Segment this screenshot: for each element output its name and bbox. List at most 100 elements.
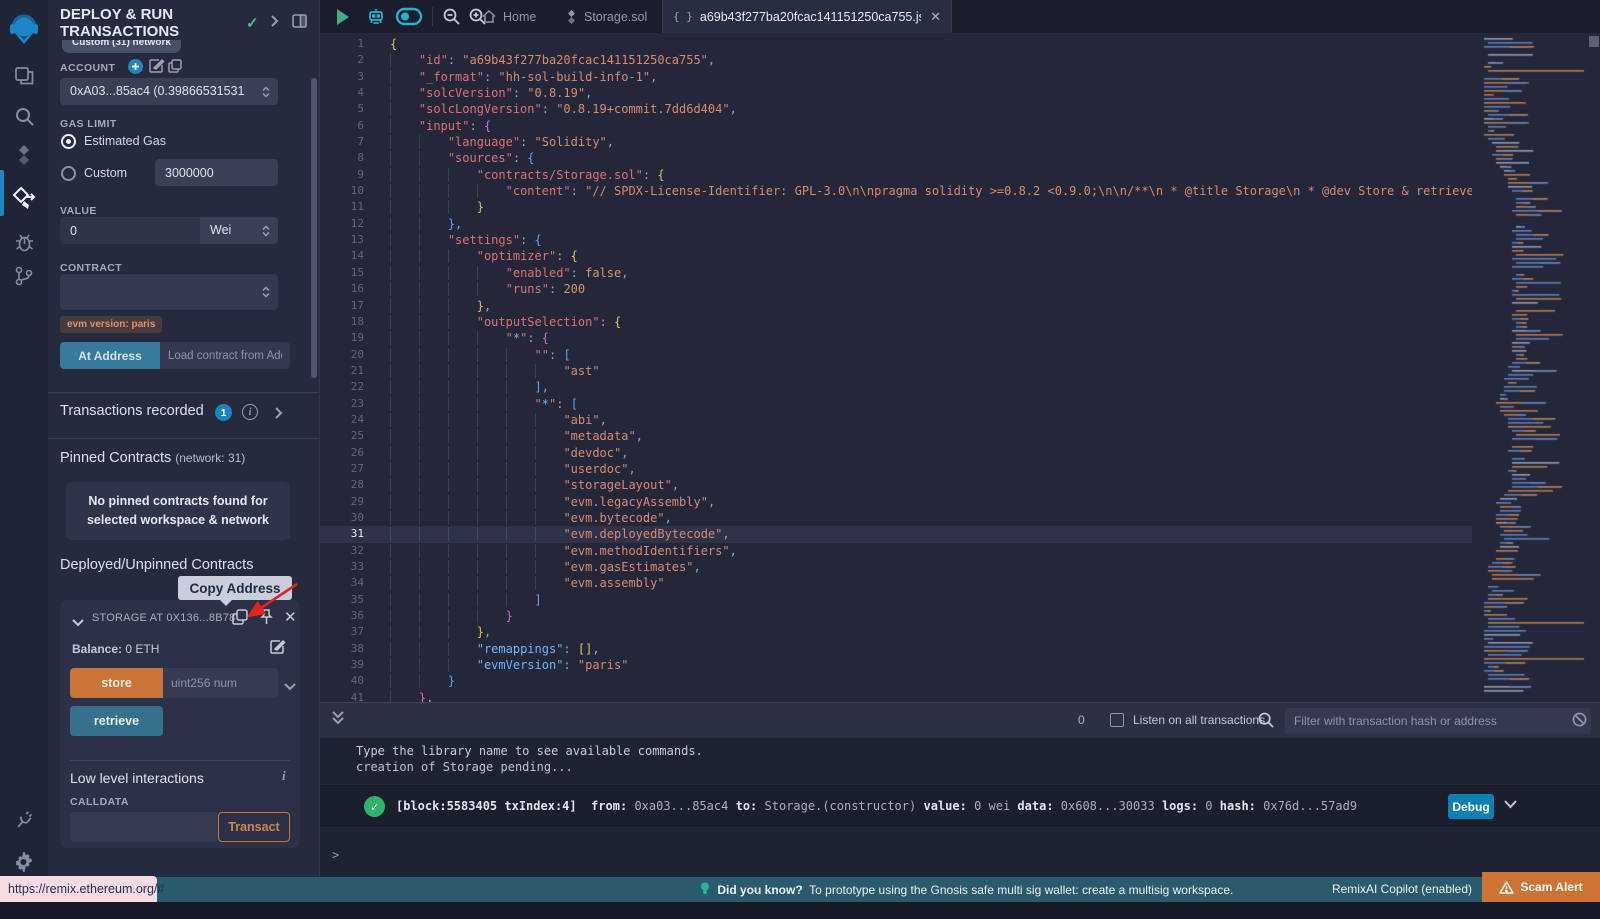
custom-gas-input[interactable] xyxy=(155,159,278,186)
close-tab-icon[interactable]: ✕ xyxy=(930,9,941,25)
minimap[interactable] xyxy=(1476,33,1588,702)
side-panel-scrollbar[interactable] xyxy=(311,78,317,378)
collapse-chevron-icon[interactable] xyxy=(72,614,84,632)
copy-account-icon[interactable] xyxy=(168,59,182,78)
clear-console-icon[interactable] xyxy=(1572,712,1587,732)
code-line[interactable]: 38 "remappings": [], xyxy=(320,641,1472,657)
code-line[interactable]: 24 "abi", xyxy=(320,412,1472,428)
close-contract-icon[interactable]: ✕ xyxy=(284,608,297,626)
code-line[interactable]: 19 "*": { xyxy=(320,330,1472,346)
edit-account-icon[interactable] xyxy=(149,59,163,78)
code-line[interactable]: 25 "metadata", xyxy=(320,428,1472,444)
code-line[interactable]: 2 "id": "a69b43f277ba20fcac141151250ca75… xyxy=(320,52,1472,68)
code-line[interactable]: 4 "solcVersion": "0.8.19", xyxy=(320,85,1472,101)
code-line[interactable]: 21 "ast" xyxy=(320,363,1472,379)
custom-gas-radio[interactable] xyxy=(61,166,76,181)
solidity-compiler-icon[interactable] xyxy=(0,135,48,175)
value-input[interactable] xyxy=(60,217,200,244)
estimated-gas-radio[interactable] xyxy=(61,134,76,149)
contract-select[interactable] xyxy=(60,274,278,310)
editor-scrollbar-thumb[interactable] xyxy=(1589,36,1599,47)
terminal-collapse-icon[interactable] xyxy=(332,711,344,731)
account-select[interactable]: 0xA03...85ac4 (0.39866531531 xyxy=(60,78,278,105)
panel-layout-icon[interactable] xyxy=(292,14,307,33)
add-account-icon[interactable] xyxy=(128,59,143,79)
expand-log-icon[interactable] xyxy=(1504,798,1517,812)
terminal-prompt[interactable]: > xyxy=(332,848,339,862)
code-line[interactable]: 35 ] xyxy=(320,592,1472,608)
tab-home[interactable]: Home xyxy=(472,0,546,33)
at-address-button[interactable]: At Address xyxy=(60,342,160,369)
run-script-icon[interactable] xyxy=(328,0,358,33)
code-line[interactable]: 13 "settings": { xyxy=(320,232,1472,248)
scam-alert-button[interactable]: Scam Alert xyxy=(1482,872,1600,902)
code-line[interactable]: 31 "evm.deployedBytecode", xyxy=(320,526,1472,542)
at-address-input[interactable] xyxy=(160,342,290,369)
code-line[interactable]: 10 "content": "// SPDX-License-Identifie… xyxy=(320,183,1472,199)
transact-button[interactable]: Transact xyxy=(218,812,290,842)
code-line[interactable]: 6 "input": { xyxy=(320,118,1472,134)
code-line[interactable]: 29 "evm.legacyAssembly", xyxy=(320,494,1472,510)
code-line[interactable]: 5 "solcLongVersion": "0.8.19+commit.7dd6… xyxy=(320,101,1472,117)
code-line[interactable]: 11 } xyxy=(320,199,1472,215)
code-line[interactable]: 16 "runs": 200 xyxy=(320,281,1472,297)
transactions-expand-icon[interactable] xyxy=(274,406,283,425)
edit-balance-icon[interactable] xyxy=(270,640,284,659)
code-line[interactable]: 12 }, xyxy=(320,216,1472,232)
plugin-manager-icon[interactable] xyxy=(0,800,48,840)
copilot-toggle-icon[interactable] xyxy=(392,0,426,33)
remix-logo-icon[interactable] xyxy=(0,8,48,52)
value-unit-select[interactable]: Wei xyxy=(200,217,278,244)
code-line[interactable]: 28 "storageLayout", xyxy=(320,477,1472,493)
code-line[interactable]: 8 "sources": { xyxy=(320,150,1472,166)
store-arg-input[interactable] xyxy=(163,668,278,698)
code-line[interactable]: 18 "outputSelection": { xyxy=(320,314,1472,330)
debug-button[interactable]: Debug xyxy=(1448,794,1494,819)
code-line[interactable]: 14 "optimizer": { xyxy=(320,248,1472,264)
transaction-log-row[interactable]: ✓ [block:5583405 txIndex:4] from: 0xa03.… xyxy=(320,784,1600,828)
code-line[interactable]: 20 "": [ xyxy=(320,347,1472,363)
transaction-filter-input[interactable] xyxy=(1285,708,1591,734)
editor-scrollbar[interactable] xyxy=(1588,33,1600,702)
code-line[interactable]: 15 "enabled": false, xyxy=(320,265,1472,281)
code-line[interactable]: 7 "language": "Solidity", xyxy=(320,134,1472,150)
code-line[interactable]: 26 "devdoc", xyxy=(320,445,1472,461)
code-line[interactable]: 34 "evm.assembly" xyxy=(320,575,1472,591)
code-lines[interactable]: 1{2 "id": "a69b43f277ba20fcac141151250ca… xyxy=(320,36,1472,702)
code-line[interactable]: 9 "contracts/Storage.sol": { xyxy=(320,167,1472,183)
git-icon[interactable] xyxy=(0,256,48,296)
terminal-body[interactable]: Type the library name to see available c… xyxy=(320,738,1600,877)
code-line[interactable]: 22 ], xyxy=(320,379,1472,395)
code-line[interactable]: 30 "evm.bytecode", xyxy=(320,510,1472,526)
code-line[interactable]: 27 "userdoc", xyxy=(320,461,1472,477)
store-button[interactable]: store xyxy=(70,668,163,698)
deploy-run-icon[interactable] xyxy=(0,178,48,218)
code-line[interactable]: 36 } xyxy=(320,608,1472,624)
retrieve-button[interactable]: retrieve xyxy=(70,706,163,736)
code-line[interactable]: 39 "evmVersion": "paris" xyxy=(320,657,1472,673)
code-line[interactable]: 1{ xyxy=(320,36,1472,52)
code-line[interactable]: 40 } xyxy=(320,673,1472,689)
low-level-info-icon[interactable]: i xyxy=(282,768,286,784)
file-explorer-icon[interactable] xyxy=(0,56,48,96)
terminal-search-icon[interactable] xyxy=(1258,712,1274,733)
contract-instance-name[interactable]: STORAGE AT 0X136...8B78 xyxy=(92,612,235,624)
listen-checkbox[interactable] xyxy=(1110,713,1124,727)
tab-storage-sol[interactable]: Storage.sol xyxy=(556,0,657,33)
code-line[interactable]: 23 "*": [ xyxy=(320,396,1472,412)
copilot-status[interactable]: RemixAI Copilot (enabled) xyxy=(1332,882,1472,896)
ai-assistant-icon[interactable] xyxy=(362,0,390,33)
expand-args-icon[interactable] xyxy=(284,678,296,696)
tab-json-active[interactable]: { } a69b43f277ba20fcac141151250ca755.jso… xyxy=(662,0,952,33)
info-icon[interactable]: i xyxy=(242,404,258,420)
code-line[interactable]: 3 "_format": "hh-sol-build-info-1", xyxy=(320,69,1472,85)
panel-chevron-right-icon[interactable] xyxy=(270,14,279,31)
code-line[interactable]: 32 "evm.methodIdentifiers", xyxy=(320,543,1472,559)
zoom-out-icon[interactable] xyxy=(438,0,464,33)
pin-icon[interactable] xyxy=(259,609,274,630)
calldata-input[interactable] xyxy=(70,812,218,842)
code-line[interactable]: 37 }, xyxy=(320,624,1472,640)
code-line[interactable]: 33 "evm.gasEstimates", xyxy=(320,559,1472,575)
search-icon[interactable] xyxy=(0,96,48,136)
code-line[interactable]: 41 }, xyxy=(320,690,1472,702)
